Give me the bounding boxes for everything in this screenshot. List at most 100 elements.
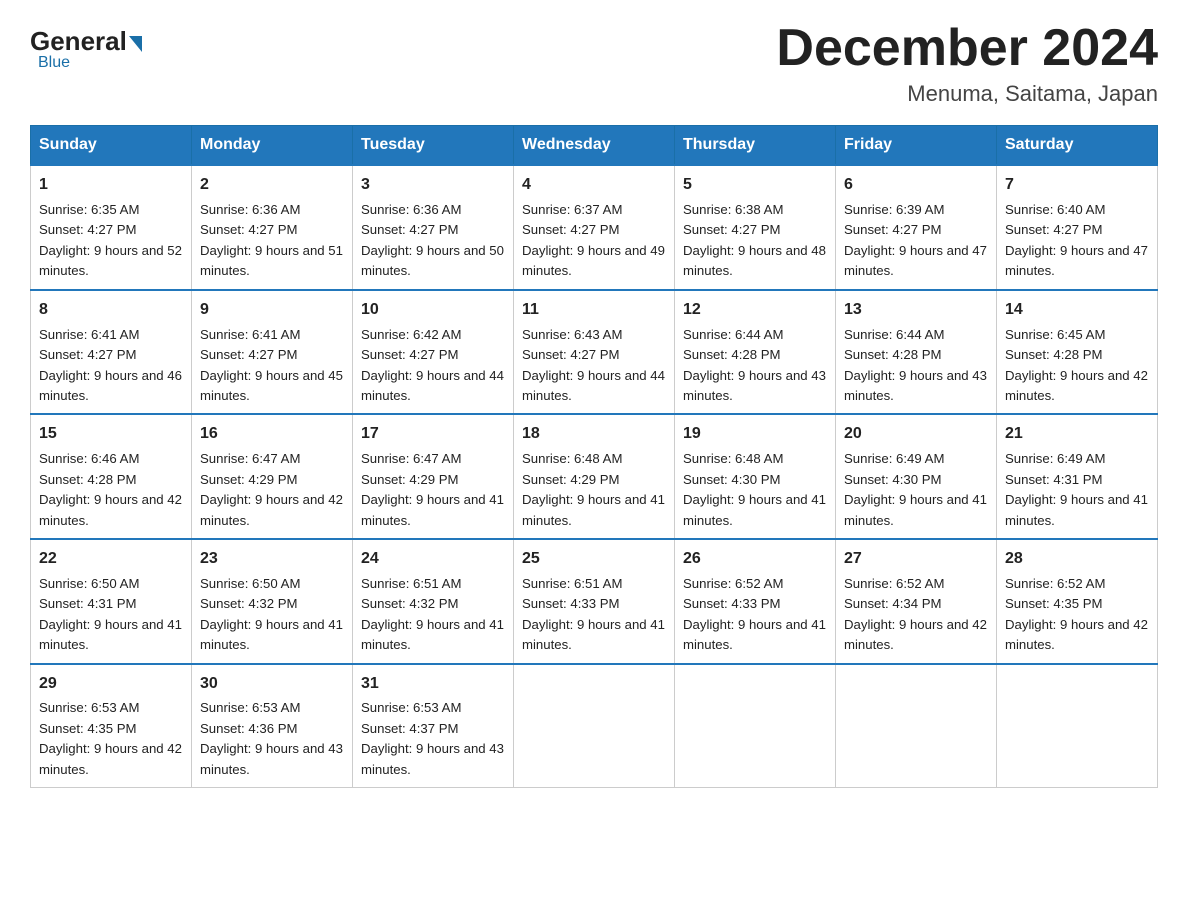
day-info: Sunrise: 6:52 AMSunset: 4:33 PMDaylight:… bbox=[683, 574, 827, 656]
day-number: 27 bbox=[844, 547, 988, 572]
day-number: 15 bbox=[39, 422, 183, 447]
week-row-2: 8 Sunrise: 6:41 AMSunset: 4:27 PMDaylight… bbox=[31, 290, 1158, 415]
day-number: 28 bbox=[1005, 547, 1149, 572]
calendar-cell: 9Sunrise: 6:41 AMSunset: 4:27 PMDaylight… bbox=[192, 290, 353, 415]
column-header-wednesday: Wednesday bbox=[514, 126, 675, 166]
calendar-cell: 12Sunrise: 6:44 AMSunset: 4:28 PMDayligh… bbox=[675, 290, 836, 415]
day-number: 13 bbox=[844, 298, 988, 323]
day-info: Sunrise: 6:49 AMSunset: 4:30 PMDaylight:… bbox=[844, 449, 988, 531]
day-info: Sunrise: 6:52 AMSunset: 4:35 PMDaylight:… bbox=[1005, 574, 1149, 656]
day-number: 30 bbox=[200, 672, 344, 697]
day-info: Sunrise: 6:35 AMSunset: 4:27 PMDaylight:… bbox=[39, 200, 183, 282]
day-info: Sunrise: 6:49 AMSunset: 4:31 PMDaylight:… bbox=[1005, 449, 1149, 531]
day-info: Sunrise: 6:41 AMSunset: 4:27 PMDaylight:… bbox=[200, 325, 344, 407]
day-number: 7 bbox=[1005, 173, 1149, 198]
calendar-cell: 6Sunrise: 6:39 AMSunset: 4:27 PMDaylight… bbox=[836, 165, 997, 290]
calendar-cell: 30Sunrise: 6:53 AMSunset: 4:36 PMDayligh… bbox=[192, 664, 353, 788]
day-number: 21 bbox=[1005, 422, 1149, 447]
day-info: Sunrise: 6:50 AMSunset: 4:32 PMDaylight:… bbox=[200, 574, 344, 656]
day-number: 9 bbox=[200, 298, 344, 323]
day-number: 8 bbox=[39, 298, 183, 323]
day-info: Sunrise: 6:40 AMSunset: 4:27 PMDaylight:… bbox=[1005, 200, 1149, 282]
title-section: December 2024 Menuma, Saitama, Japan bbox=[776, 20, 1158, 107]
calendar-cell bbox=[836, 664, 997, 788]
day-number: 31 bbox=[361, 672, 505, 697]
calendar-cell: 7Sunrise: 6:40 AMSunset: 4:27 PMDaylight… bbox=[997, 165, 1158, 290]
calendar-cell: 5Sunrise: 6:38 AMSunset: 4:27 PMDaylight… bbox=[675, 165, 836, 290]
calendar-cell bbox=[675, 664, 836, 788]
calendar-cell: 15Sunrise: 6:46 AMSunset: 4:28 PMDayligh… bbox=[31, 414, 192, 539]
logo-blue-text: Blue bbox=[38, 54, 70, 71]
column-header-tuesday: Tuesday bbox=[353, 126, 514, 166]
day-number: 1 bbox=[39, 173, 183, 198]
day-info: Sunrise: 6:36 AMSunset: 4:27 PMDaylight:… bbox=[361, 200, 505, 282]
day-number: 17 bbox=[361, 422, 505, 447]
column-header-monday: Monday bbox=[192, 126, 353, 166]
calendar-cell: 13Sunrise: 6:44 AMSunset: 4:28 PMDayligh… bbox=[836, 290, 997, 415]
calendar-cell: 29Sunrise: 6:53 AMSunset: 4:35 PMDayligh… bbox=[31, 664, 192, 788]
logo-arrow-icon bbox=[129, 36, 142, 52]
calendar-cell: 16Sunrise: 6:47 AMSunset: 4:29 PMDayligh… bbox=[192, 414, 353, 539]
calendar-cell: 14Sunrise: 6:45 AMSunset: 4:28 PMDayligh… bbox=[997, 290, 1158, 415]
day-number: 18 bbox=[522, 422, 666, 447]
day-info: Sunrise: 6:53 AMSunset: 4:36 PMDaylight:… bbox=[200, 698, 344, 780]
calendar-cell: 24Sunrise: 6:51 AMSunset: 4:32 PMDayligh… bbox=[353, 539, 514, 664]
calendar-cell bbox=[997, 664, 1158, 788]
calendar-cell: 23Sunrise: 6:50 AMSunset: 4:32 PMDayligh… bbox=[192, 539, 353, 664]
calendar-cell: 17Sunrise: 6:47 AMSunset: 4:29 PMDayligh… bbox=[353, 414, 514, 539]
day-info: Sunrise: 6:48 AMSunset: 4:30 PMDaylight:… bbox=[683, 449, 827, 531]
day-number: 20 bbox=[844, 422, 988, 447]
day-number: 23 bbox=[200, 547, 344, 572]
day-number: 24 bbox=[361, 547, 505, 572]
column-header-sunday: Sunday bbox=[31, 126, 192, 166]
day-info: Sunrise: 6:53 AMSunset: 4:35 PMDaylight:… bbox=[39, 698, 183, 780]
day-info: Sunrise: 6:39 AMSunset: 4:27 PMDaylight:… bbox=[844, 200, 988, 282]
calendar-table: SundayMondayTuesdayWednesdayThursdayFrid… bbox=[30, 125, 1158, 788]
day-info: Sunrise: 6:51 AMSunset: 4:32 PMDaylight:… bbox=[361, 574, 505, 656]
day-info: Sunrise: 6:44 AMSunset: 4:28 PMDaylight:… bbox=[844, 325, 988, 407]
day-info: Sunrise: 6:52 AMSunset: 4:34 PMDaylight:… bbox=[844, 574, 988, 656]
day-info: Sunrise: 6:48 AMSunset: 4:29 PMDaylight:… bbox=[522, 449, 666, 531]
column-header-thursday: Thursday bbox=[675, 126, 836, 166]
day-info: Sunrise: 6:43 AMSunset: 4:27 PMDaylight:… bbox=[522, 325, 666, 407]
calendar-cell: 19Sunrise: 6:48 AMSunset: 4:30 PMDayligh… bbox=[675, 414, 836, 539]
day-info: Sunrise: 6:45 AMSunset: 4:28 PMDaylight:… bbox=[1005, 325, 1149, 407]
day-number: 11 bbox=[522, 298, 666, 323]
day-number: 26 bbox=[683, 547, 827, 572]
week-row-4: 22Sunrise: 6:50 AMSunset: 4:31 PMDayligh… bbox=[31, 539, 1158, 664]
calendar-cell: 26Sunrise: 6:52 AMSunset: 4:33 PMDayligh… bbox=[675, 539, 836, 664]
column-header-saturday: Saturday bbox=[997, 126, 1158, 166]
day-info: Sunrise: 6:47 AMSunset: 4:29 PMDaylight:… bbox=[200, 449, 344, 531]
month-title: December 2024 bbox=[776, 20, 1158, 77]
day-number: 29 bbox=[39, 672, 183, 697]
day-number: 4 bbox=[522, 173, 666, 198]
calendar-cell: 1Sunrise: 6:35 AMSunset: 4:27 PMDaylight… bbox=[31, 165, 192, 290]
day-number: 14 bbox=[1005, 298, 1149, 323]
day-info: Sunrise: 6:37 AMSunset: 4:27 PMDaylight:… bbox=[522, 200, 666, 282]
day-number: 2 bbox=[200, 173, 344, 198]
week-row-5: 29Sunrise: 6:53 AMSunset: 4:35 PMDayligh… bbox=[31, 664, 1158, 788]
day-number: 6 bbox=[844, 173, 988, 198]
logo: General Blue bbox=[30, 28, 142, 72]
day-number: 16 bbox=[200, 422, 344, 447]
day-number: 25 bbox=[522, 547, 666, 572]
day-info: Sunrise: 6:36 AMSunset: 4:27 PMDaylight:… bbox=[200, 200, 344, 282]
calendar-cell: 21Sunrise: 6:49 AMSunset: 4:31 PMDayligh… bbox=[997, 414, 1158, 539]
location-title: Menuma, Saitama, Japan bbox=[776, 81, 1158, 107]
calendar-cell: 2Sunrise: 6:36 AMSunset: 4:27 PMDaylight… bbox=[192, 165, 353, 290]
calendar-header-row: SundayMondayTuesdayWednesdayThursdayFrid… bbox=[31, 126, 1158, 166]
calendar-cell: 8Sunrise: 6:41 AMSunset: 4:27 PMDaylight… bbox=[31, 290, 192, 415]
day-number: 5 bbox=[683, 173, 827, 198]
day-info: Sunrise: 6:44 AMSunset: 4:28 PMDaylight:… bbox=[683, 325, 827, 407]
calendar-cell: 22Sunrise: 6:50 AMSunset: 4:31 PMDayligh… bbox=[31, 539, 192, 664]
day-number: 12 bbox=[683, 298, 827, 323]
day-info: Sunrise: 6:50 AMSunset: 4:31 PMDaylight:… bbox=[39, 574, 183, 656]
calendar-cell: 18Sunrise: 6:48 AMSunset: 4:29 PMDayligh… bbox=[514, 414, 675, 539]
day-number: 3 bbox=[361, 173, 505, 198]
day-info: Sunrise: 6:38 AMSunset: 4:27 PMDaylight:… bbox=[683, 200, 827, 282]
calendar-cell: 11Sunrise: 6:43 AMSunset: 4:27 PMDayligh… bbox=[514, 290, 675, 415]
calendar-cell: 25Sunrise: 6:51 AMSunset: 4:33 PMDayligh… bbox=[514, 539, 675, 664]
calendar-cell: 28Sunrise: 6:52 AMSunset: 4:35 PMDayligh… bbox=[997, 539, 1158, 664]
day-info: Sunrise: 6:46 AMSunset: 4:28 PMDaylight:… bbox=[39, 449, 183, 531]
week-row-1: 1Sunrise: 6:35 AMSunset: 4:27 PMDaylight… bbox=[31, 165, 1158, 290]
